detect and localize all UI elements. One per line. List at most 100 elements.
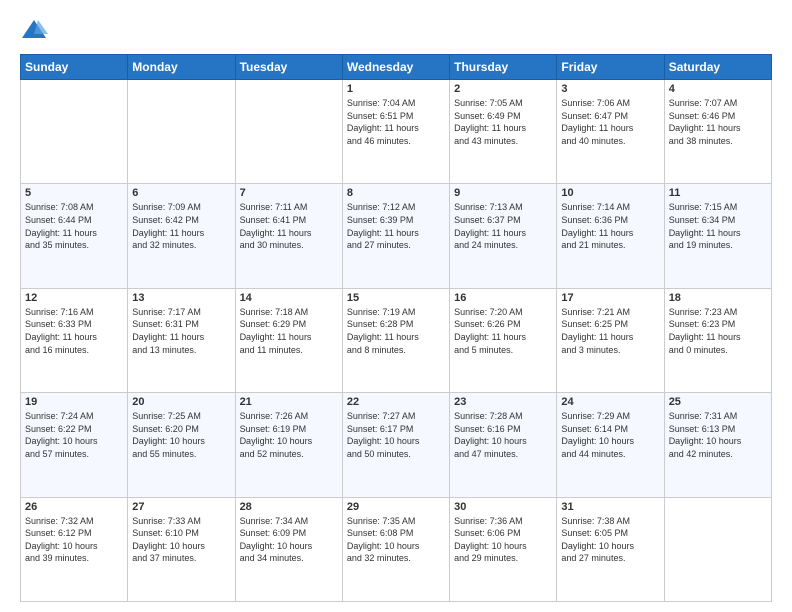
calendar-cell: 30 Sunrise: 7:36 AM Sunset: 6:06 PM Dayli… bbox=[450, 497, 557, 601]
calendar-day-header: Sunday bbox=[21, 55, 128, 80]
day-info: Sunrise: 7:04 AM Sunset: 6:51 PM Dayligh… bbox=[347, 97, 445, 147]
calendar-cell: 22 Sunrise: 7:27 AM Sunset: 6:17 PM Dayli… bbox=[342, 393, 449, 497]
day-number: 22 bbox=[347, 396, 445, 408]
calendar-cell: 8 Sunrise: 7:12 AM Sunset: 6:39 PM Daylig… bbox=[342, 184, 449, 288]
calendar-cell bbox=[128, 80, 235, 184]
day-number: 3 bbox=[561, 83, 659, 95]
day-number: 9 bbox=[454, 187, 552, 199]
calendar-cell bbox=[664, 497, 771, 601]
day-number: 23 bbox=[454, 396, 552, 408]
day-info: Sunrise: 7:38 AM Sunset: 6:05 PM Dayligh… bbox=[561, 515, 659, 565]
day-info: Sunrise: 7:14 AM Sunset: 6:36 PM Dayligh… bbox=[561, 201, 659, 251]
day-info: Sunrise: 7:28 AM Sunset: 6:16 PM Dayligh… bbox=[454, 410, 552, 460]
day-number: 2 bbox=[454, 83, 552, 95]
calendar-week-row: 1 Sunrise: 7:04 AM Sunset: 6:51 PM Daylig… bbox=[21, 80, 772, 184]
day-info: Sunrise: 7:23 AM Sunset: 6:23 PM Dayligh… bbox=[669, 306, 767, 356]
day-info: Sunrise: 7:27 AM Sunset: 6:17 PM Dayligh… bbox=[347, 410, 445, 460]
calendar-day-header: Thursday bbox=[450, 55, 557, 80]
calendar-cell: 21 Sunrise: 7:26 AM Sunset: 6:19 PM Dayli… bbox=[235, 393, 342, 497]
day-number: 19 bbox=[25, 396, 123, 408]
calendar-cell: 20Sunrise: 7:25 AM Sunset: 6:20 PM Dayli… bbox=[128, 393, 235, 497]
calendar-week-row: 26 Sunrise: 7:32 AM Sunset: 6:12 PM Dayli… bbox=[21, 497, 772, 601]
day-info: Sunrise: 7:09 AM Sunset: 6:42 PM Dayligh… bbox=[132, 201, 230, 251]
day-info: Sunrise: 7:08 AM Sunset: 6:44 PM Dayligh… bbox=[25, 201, 123, 251]
logo-icon bbox=[20, 16, 48, 44]
calendar-week-row: 5 Sunrise: 7:08 AM Sunset: 6:44 PM Daylig… bbox=[21, 184, 772, 288]
calendar-cell: 27Sunrise: 7:33 AM Sunset: 6:10 PM Dayli… bbox=[128, 497, 235, 601]
calendar-cell: 11Sunrise: 7:15 AM Sunset: 6:34 PM Dayli… bbox=[664, 184, 771, 288]
calendar-day-header: Monday bbox=[128, 55, 235, 80]
day-info: Sunrise: 7:07 AM Sunset: 6:46 PM Dayligh… bbox=[669, 97, 767, 147]
day-number: 12 bbox=[25, 292, 123, 304]
day-number: 29 bbox=[347, 501, 445, 513]
day-info: Sunrise: 7:06 AM Sunset: 6:47 PM Dayligh… bbox=[561, 97, 659, 147]
calendar-table: SundayMondayTuesdayWednesdayThursdayFrid… bbox=[20, 54, 772, 602]
day-info: Sunrise: 7:24 AM Sunset: 6:22 PM Dayligh… bbox=[25, 410, 123, 460]
day-number: 27 bbox=[132, 501, 230, 513]
day-number: 6 bbox=[132, 187, 230, 199]
calendar-cell: 12 Sunrise: 7:16 AM Sunset: 6:33 PM Dayli… bbox=[21, 288, 128, 392]
day-number: 5 bbox=[25, 187, 123, 199]
day-number: 26 bbox=[25, 501, 123, 513]
calendar-cell: 2 Sunrise: 7:05 AM Sunset: 6:49 PM Daylig… bbox=[450, 80, 557, 184]
day-number: 18 bbox=[669, 292, 767, 304]
day-number: 25 bbox=[669, 396, 767, 408]
day-number: 11 bbox=[669, 187, 767, 199]
day-info: Sunrise: 7:31 AM Sunset: 6:13 PM Dayligh… bbox=[669, 410, 767, 460]
day-number: 21 bbox=[240, 396, 338, 408]
calendar-cell: 7 Sunrise: 7:11 AM Sunset: 6:41 PM Daylig… bbox=[235, 184, 342, 288]
calendar-cell: 26 Sunrise: 7:32 AM Sunset: 6:12 PM Dayli… bbox=[21, 497, 128, 601]
day-info: Sunrise: 7:13 AM Sunset: 6:37 PM Dayligh… bbox=[454, 201, 552, 251]
day-number: 30 bbox=[454, 501, 552, 513]
day-info: Sunrise: 7:16 AM Sunset: 6:33 PM Dayligh… bbox=[25, 306, 123, 356]
day-number: 7 bbox=[240, 187, 338, 199]
day-number: 31 bbox=[561, 501, 659, 513]
calendar-cell: 24Sunrise: 7:29 AM Sunset: 6:14 PM Dayli… bbox=[557, 393, 664, 497]
day-info: Sunrise: 7:18 AM Sunset: 6:29 PM Dayligh… bbox=[240, 306, 338, 356]
calendar-cell: 31 Sunrise: 7:38 AM Sunset: 6:05 PM Dayli… bbox=[557, 497, 664, 601]
calendar-cell: 18 Sunrise: 7:23 AM Sunset: 6:23 PM Dayli… bbox=[664, 288, 771, 392]
day-number: 28 bbox=[240, 501, 338, 513]
calendar-cell: 23 Sunrise: 7:28 AM Sunset: 6:16 PM Dayli… bbox=[450, 393, 557, 497]
day-number: 4 bbox=[669, 83, 767, 95]
day-info: Sunrise: 7:36 AM Sunset: 6:06 PM Dayligh… bbox=[454, 515, 552, 565]
calendar-cell: 3 Sunrise: 7:06 AM Sunset: 6:47 PM Daylig… bbox=[557, 80, 664, 184]
calendar-day-header: Tuesday bbox=[235, 55, 342, 80]
calendar-cell: 29 Sunrise: 7:35 AM Sunset: 6:08 PM Dayli… bbox=[342, 497, 449, 601]
calendar-cell: 13Sunrise: 7:17 AM Sunset: 6:31 PM Dayli… bbox=[128, 288, 235, 392]
day-info: Sunrise: 7:11 AM Sunset: 6:41 PM Dayligh… bbox=[240, 201, 338, 251]
calendar-cell: 4 Sunrise: 7:07 AM Sunset: 6:46 PM Daylig… bbox=[664, 80, 771, 184]
day-info: Sunrise: 7:25 AM Sunset: 6:20 PM Dayligh… bbox=[132, 410, 230, 460]
calendar-day-header: Friday bbox=[557, 55, 664, 80]
day-info: Sunrise: 7:19 AM Sunset: 6:28 PM Dayligh… bbox=[347, 306, 445, 356]
calendar-cell: 16Sunrise: 7:20 AM Sunset: 6:26 PM Dayli… bbox=[450, 288, 557, 392]
calendar-cell: 5 Sunrise: 7:08 AM Sunset: 6:44 PM Daylig… bbox=[21, 184, 128, 288]
day-info: Sunrise: 7:34 AM Sunset: 6:09 PM Dayligh… bbox=[240, 515, 338, 565]
calendar-day-header: Saturday bbox=[664, 55, 771, 80]
day-info: Sunrise: 7:05 AM Sunset: 6:49 PM Dayligh… bbox=[454, 97, 552, 147]
logo bbox=[20, 16, 52, 44]
day-info: Sunrise: 7:17 AM Sunset: 6:31 PM Dayligh… bbox=[132, 306, 230, 356]
calendar-cell: 9 Sunrise: 7:13 AM Sunset: 6:37 PM Daylig… bbox=[450, 184, 557, 288]
day-number: 8 bbox=[347, 187, 445, 199]
calendar-cell: 6 Sunrise: 7:09 AM Sunset: 6:42 PM Daylig… bbox=[128, 184, 235, 288]
calendar-cell: 28 Sunrise: 7:34 AM Sunset: 6:09 PM Dayli… bbox=[235, 497, 342, 601]
day-info: Sunrise: 7:12 AM Sunset: 6:39 PM Dayligh… bbox=[347, 201, 445, 251]
calendar-cell: 19 Sunrise: 7:24 AM Sunset: 6:22 PM Dayli… bbox=[21, 393, 128, 497]
day-info: Sunrise: 7:21 AM Sunset: 6:25 PM Dayligh… bbox=[561, 306, 659, 356]
calendar-header-row: SundayMondayTuesdayWednesdayThursdayFrid… bbox=[21, 55, 772, 80]
day-info: Sunrise: 7:32 AM Sunset: 6:12 PM Dayligh… bbox=[25, 515, 123, 565]
calendar-week-row: 19 Sunrise: 7:24 AM Sunset: 6:22 PM Dayli… bbox=[21, 393, 772, 497]
calendar-cell: 15 Sunrise: 7:19 AM Sunset: 6:28 PM Dayli… bbox=[342, 288, 449, 392]
header bbox=[20, 16, 772, 44]
day-number: 10 bbox=[561, 187, 659, 199]
day-info: Sunrise: 7:26 AM Sunset: 6:19 PM Dayligh… bbox=[240, 410, 338, 460]
day-info: Sunrise: 7:35 AM Sunset: 6:08 PM Dayligh… bbox=[347, 515, 445, 565]
calendar-cell bbox=[21, 80, 128, 184]
day-number: 24 bbox=[561, 396, 659, 408]
day-number: 15 bbox=[347, 292, 445, 304]
calendar-week-row: 12 Sunrise: 7:16 AM Sunset: 6:33 PM Dayli… bbox=[21, 288, 772, 392]
calendar-cell: 17Sunrise: 7:21 AM Sunset: 6:25 PM Dayli… bbox=[557, 288, 664, 392]
day-number: 1 bbox=[347, 83, 445, 95]
calendar-page: SundayMondayTuesdayWednesdayThursdayFrid… bbox=[0, 0, 792, 612]
